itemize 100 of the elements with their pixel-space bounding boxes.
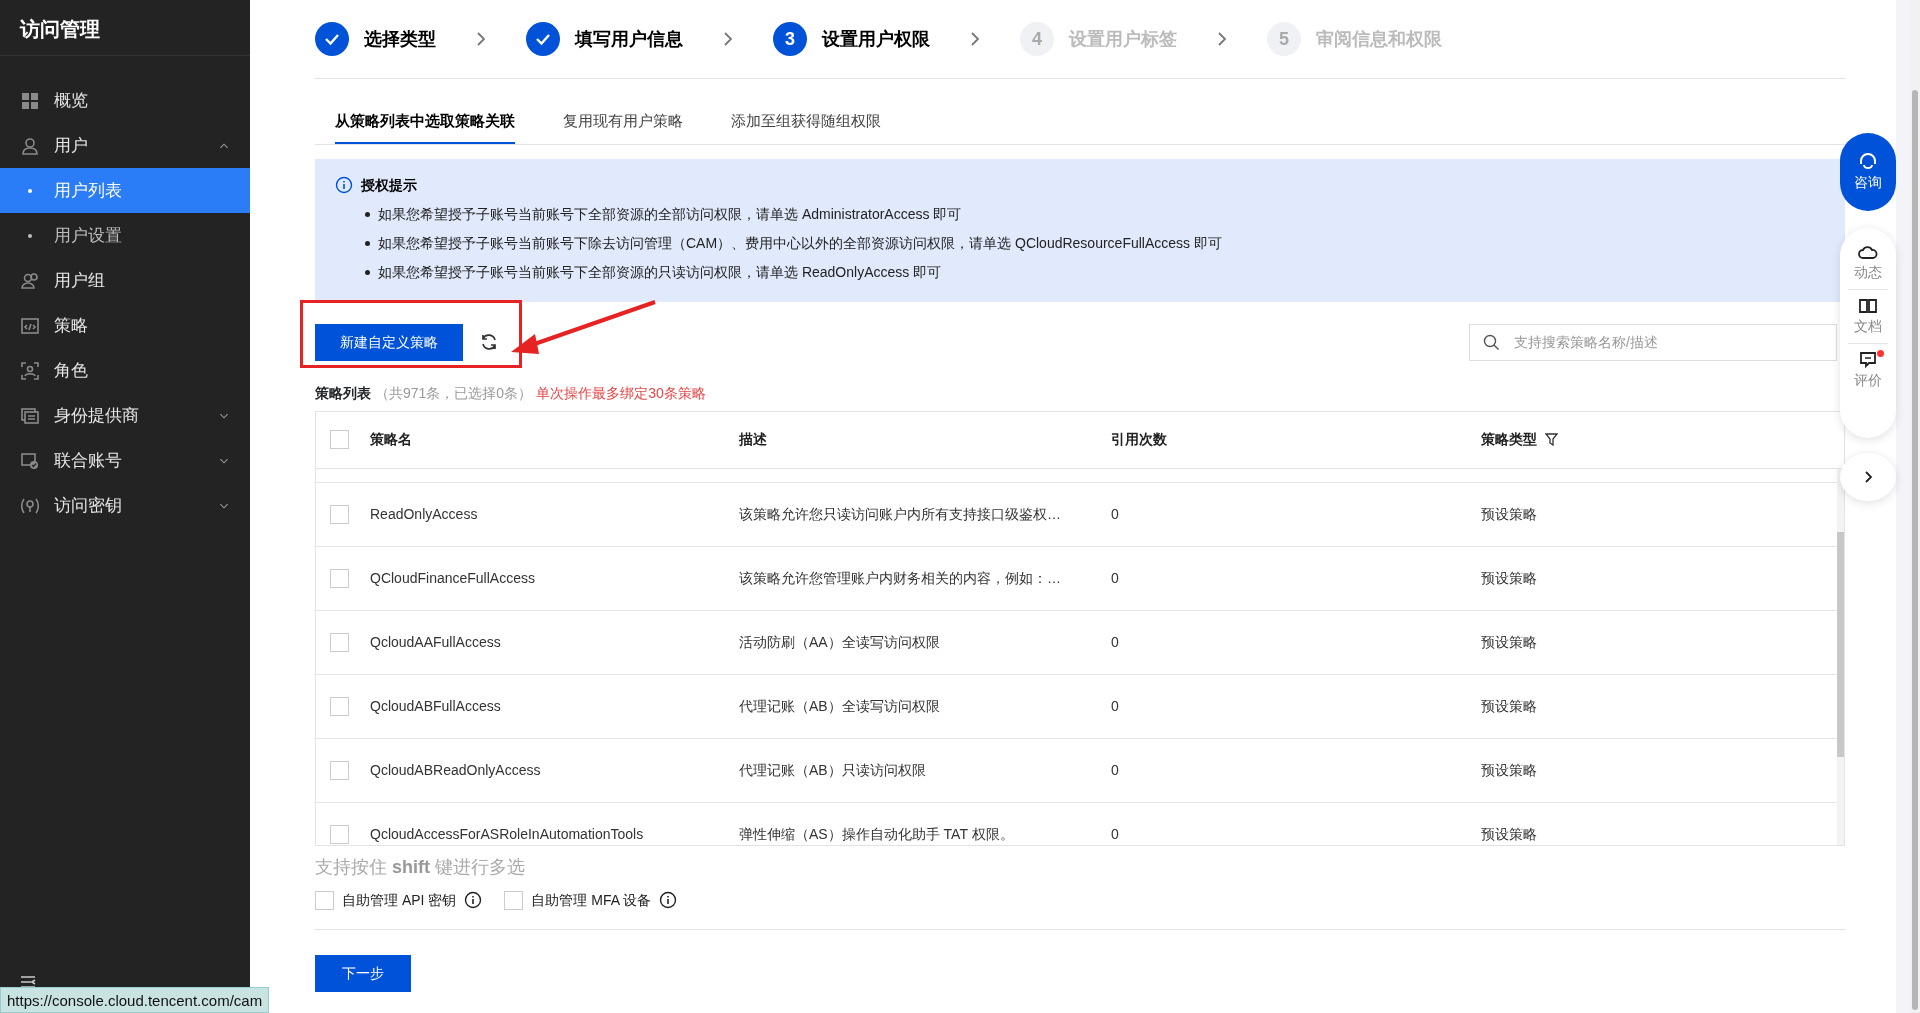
table-cell: 代理记账（AB）全读写访问权限 bbox=[739, 697, 940, 714]
float-item[interactable]: 评价 bbox=[1848, 343, 1888, 397]
table-cell: 弹性伸缩（AS）操作自动化助手 TAT 权限。 bbox=[739, 825, 1014, 842]
step-label: 填写用户信息 bbox=[575, 27, 683, 51]
status-url: https://console.cloud.tencent.com/cam bbox=[0, 987, 270, 1013]
table-cell: QcloudAccessForASRoleInAutomationTools bbox=[370, 825, 644, 842]
sidebar-item[interactable]: 用户组 bbox=[0, 258, 250, 303]
notice-text: 如果您希望授予子账号当前账号下除去访问管理（CAM）、费用中心以外的全部资源访问权限，请单选 QCloudResourceFullAccess 即可 bbox=[378, 233, 1222, 253]
chevron-icon bbox=[1217, 31, 1227, 47]
row-checkbox[interactable] bbox=[330, 568, 349, 588]
sidebar-item[interactable]: 联合账号 bbox=[0, 438, 250, 483]
float-item[interactable]: 文档 bbox=[1848, 289, 1888, 343]
message-icon bbox=[1858, 350, 1878, 370]
sidebar-item[interactable]: 用户 bbox=[0, 123, 250, 168]
float-item[interactable]: 动态 bbox=[1848, 236, 1888, 289]
row-checkbox[interactable] bbox=[330, 696, 349, 716]
table-cell: 预设策略 bbox=[1481, 633, 1537, 650]
filter-icon[interactable] bbox=[1545, 433, 1558, 446]
tab[interactable]: 复用现有用户策略 bbox=[563, 100, 683, 144]
table-cell: 0 bbox=[1111, 569, 1119, 586]
chevron-icon bbox=[723, 31, 733, 47]
column-header: 引用次数 bbox=[1111, 431, 1167, 447]
bullet-icon bbox=[365, 211, 370, 217]
tab[interactable]: 从策略列表中选取策略关联 bbox=[335, 100, 515, 144]
select-all-checkbox[interactable] bbox=[330, 430, 349, 449]
chevron-icon bbox=[476, 31, 486, 47]
next-button[interactable]: 下一步 bbox=[315, 954, 411, 992]
column-header: 策略类型 bbox=[1481, 430, 1537, 449]
row-checkbox[interactable] bbox=[330, 760, 349, 780]
row-checkbox[interactable] bbox=[330, 632, 349, 652]
book-icon bbox=[1858, 296, 1878, 316]
notice-text: 如果您希望授予子账号当前账号下全部资源的只读访问权限，请单选 ReadOnlyAccess 即可 bbox=[378, 262, 942, 282]
checkbox[interactable] bbox=[504, 890, 524, 910]
table-cell: 预设策略 bbox=[1481, 761, 1537, 778]
person-icon bbox=[20, 135, 40, 156]
checkbox[interactable] bbox=[315, 890, 334, 910]
notice-title: 授权提示 bbox=[361, 175, 417, 195]
expand-button[interactable] bbox=[1840, 453, 1896, 501]
collapse-icon[interactable] bbox=[20, 975, 38, 989]
page-scrollbar[interactable] bbox=[1910, 0, 1920, 1013]
table-cell: 0 bbox=[1111, 633, 1119, 650]
step-circle: 4 bbox=[1020, 22, 1054, 56]
table-cell: QcloudABFullAccess bbox=[370, 697, 501, 714]
table-title: 策略列表 bbox=[315, 383, 371, 403]
sidebar-item[interactable]: 用户设置 bbox=[0, 213, 250, 258]
create-policy-button[interactable]: 新建自定义策略 bbox=[315, 323, 463, 361]
sidebar-item[interactable]: 角色 bbox=[0, 348, 250, 393]
people-icon bbox=[20, 270, 40, 291]
sidebar-item[interactable]: 用户列表 bbox=[0, 168, 250, 213]
grid-icon bbox=[20, 90, 40, 111]
checkbox-label: 自助管理 API 密钥 bbox=[342, 890, 457, 910]
hint-text: 支持按住 shift 键进行多选 bbox=[315, 855, 527, 879]
step-label: 审阅信息和权限 bbox=[1316, 27, 1442, 51]
row-checkbox[interactable] bbox=[330, 824, 349, 844]
step-circle: 3 bbox=[773, 22, 807, 56]
table-cell: 代理记账（AB）只读访问权限 bbox=[739, 761, 926, 778]
table-cell: QCloudFinanceFullAccess bbox=[370, 569, 535, 586]
table-cell: 活动防刷（AA）全读写访问权限 bbox=[739, 633, 940, 650]
warning-text: 单次操作最多绑定30条策略 bbox=[536, 383, 706, 403]
table-cell: 0 bbox=[1111, 697, 1119, 714]
step-circle: 5 bbox=[1267, 22, 1301, 56]
window-check-icon bbox=[20, 450, 40, 471]
sidebar-item[interactable]: 访问密钥 bbox=[0, 483, 250, 528]
table-cell: QcloudAAFullAccess bbox=[370, 633, 501, 650]
sidebar-item[interactable]: 身份提供商 bbox=[0, 393, 250, 438]
table-cell: 该策略允许您管理账户内财务相关的内容，例如：… bbox=[739, 569, 1061, 586]
sidebar-title: 访问管理 bbox=[0, 0, 250, 56]
column-header: 描述 bbox=[739, 431, 767, 447]
stacked-window-icon bbox=[20, 405, 40, 426]
search-field[interactable]: 支持搜索策略名称/描述 bbox=[1469, 323, 1837, 361]
table-cell: 预设策略 bbox=[1481, 825, 1537, 842]
consult-button[interactable]: 咨询 bbox=[1840, 133, 1896, 211]
code-window-icon bbox=[20, 315, 40, 336]
info-icon[interactable] bbox=[464, 891, 483, 909]
count-text: （共971条，已选择0条） bbox=[375, 383, 533, 403]
headset-icon bbox=[1858, 151, 1878, 172]
table-scrollbar[interactable] bbox=[1837, 468, 1844, 845]
refresh-icon[interactable] bbox=[479, 332, 499, 352]
bullet-icon bbox=[365, 240, 370, 246]
table-cell: 0 bbox=[1111, 761, 1119, 778]
chevron-icon bbox=[1863, 470, 1873, 484]
table-cell: 预设策略 bbox=[1481, 697, 1537, 714]
step-label: 选择类型 bbox=[364, 27, 436, 51]
sidebar-item[interactable]: 策略 bbox=[0, 303, 250, 348]
table-cell: 该策略允许您只读访问账户内所有支持接口级鉴权… bbox=[739, 505, 1061, 522]
notice-text: 如果您希望授予子账号当前账号下全部资源的全部访问权限，请单选 AdministratorAccess 即可 bbox=[378, 204, 962, 224]
column-header: 策略名 bbox=[370, 431, 412, 447]
table-cell: 预设策略 bbox=[1481, 569, 1537, 586]
tab[interactable]: 添加至组获得随组权限 bbox=[731, 100, 881, 144]
row-checkbox[interactable] bbox=[330, 504, 349, 524]
table-cell: 0 bbox=[1111, 825, 1119, 842]
chevron-icon bbox=[970, 31, 980, 47]
table-cell: QcloudABReadOnlyAccess bbox=[370, 761, 541, 778]
info-icon[interactable] bbox=[659, 891, 678, 909]
search-icon bbox=[1483, 333, 1500, 351]
sidebar-item[interactable]: 概览 bbox=[0, 78, 250, 123]
step-label: 设置用户标签 bbox=[1069, 27, 1177, 51]
checkbox-label: 自助管理 MFA 设备 bbox=[531, 890, 652, 910]
step-label: 设置用户权限 bbox=[822, 27, 930, 51]
table-cell: ReadOnlyAccess bbox=[370, 505, 478, 522]
